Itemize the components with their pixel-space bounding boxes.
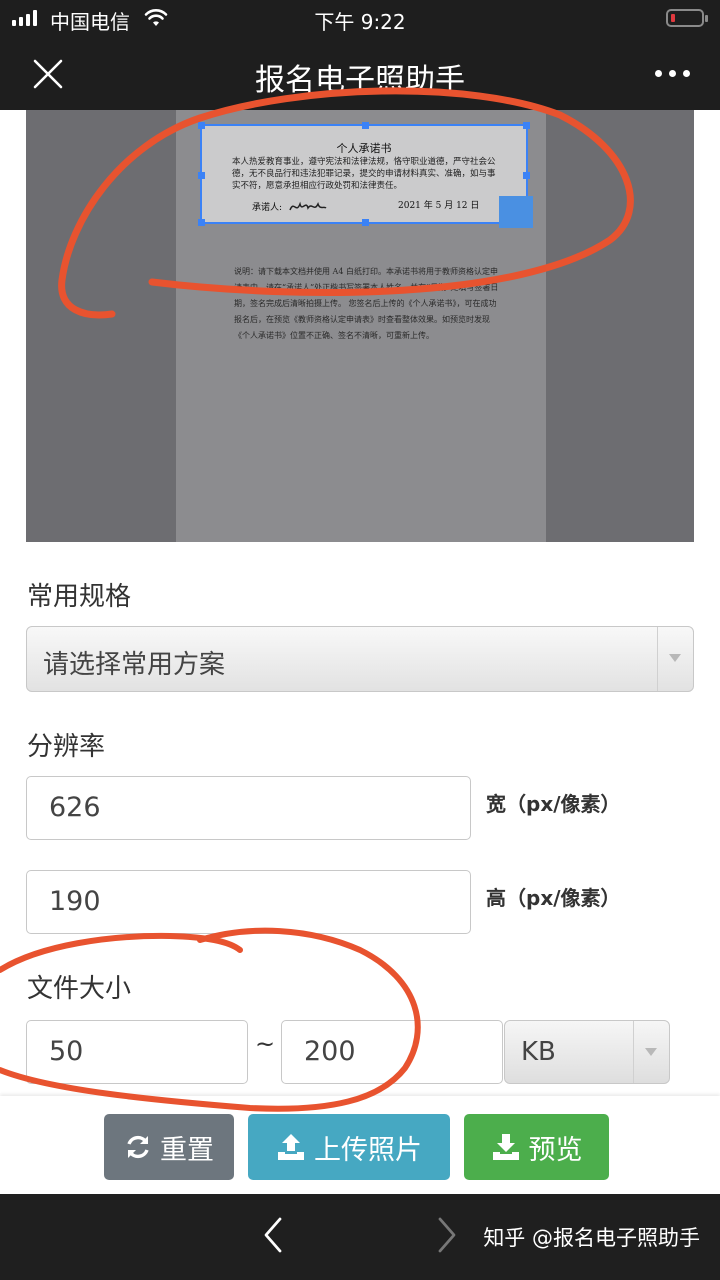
back-arrow-icon[interactable] <box>262 1216 284 1254</box>
reset-button[interactable]: 重置 <box>104 1114 234 1180</box>
resolution-label: 分辨率 <box>27 732 106 762</box>
battery-icon <box>666 9 708 27</box>
document-date: 2021 年 5 月 12 日 <box>398 201 480 211</box>
size-unit-value: KB <box>521 1037 556 1067</box>
size-min-input[interactable]: 50 <box>26 1020 248 1084</box>
image-preview: 说明：请下载本文档并使用 A4 白纸打印。本承诺书将用于教师资格认定申请表中，请… <box>26 110 694 542</box>
reset-label: 重置 <box>160 1134 214 1166</box>
document-note: 说明：请下载本文档并使用 A4 白纸打印。本承诺书将用于教师资格认定申请表中，请… <box>234 267 499 340</box>
file-size-label: 文件大小 <box>27 974 132 1004</box>
status-bar: 中国电信 下午 9:22 <box>0 0 720 36</box>
size-separator: ~ <box>255 1030 276 1058</box>
page-title: 报名电子照助手 <box>255 63 465 98</box>
annotation-circle-bottom-start <box>0 932 243 973</box>
document-body: 本人热爱教育事业，遵守宪法和法律法规，恪守职业道德，严守社会公德，无不良品行和违… <box>232 157 496 191</box>
forward-arrow-icon[interactable] <box>436 1216 458 1254</box>
signature-scribble <box>289 201 327 211</box>
status-time: 下午 9:22 <box>314 10 406 34</box>
document-title: 个人承诺书 <box>336 142 392 155</box>
size-max-input[interactable]: 200 <box>281 1020 503 1084</box>
more-icon[interactable] <box>655 70 690 77</box>
chevron-down-icon <box>645 1048 657 1056</box>
common-spec-value: 请选择常用方案 <box>43 650 226 680</box>
browser-bottom-bar: 知乎 @报名电子照助手 <box>0 1194 720 1280</box>
upload-icon <box>278 1134 304 1160</box>
crop-resize-handle[interactable] <box>499 196 533 228</box>
preview-button[interactable]: 预览 <box>464 1114 609 1180</box>
preview-label: 预览 <box>528 1134 583 1166</box>
nav-bar: 报名电子照助手 <box>0 36 720 110</box>
common-spec-label: 常用规格 <box>27 582 132 612</box>
upload-label: 上传照片 <box>314 1134 422 1166</box>
width-input[interactable]: 626 <box>26 776 471 840</box>
height-input[interactable]: 190 <box>26 870 471 934</box>
action-bar: 重置 上传照片 预览 <box>0 1096 720 1194</box>
height-unit-label: 高（px/像素） <box>486 886 621 910</box>
upload-photo-button[interactable]: 上传照片 <box>248 1114 450 1180</box>
common-spec-select[interactable]: 请选择常用方案 <box>26 626 694 692</box>
refresh-icon <box>127 1135 149 1159</box>
download-icon <box>492 1134 519 1160</box>
chevron-down-icon <box>669 654 681 662</box>
size-unit-select[interactable]: KB <box>504 1020 670 1084</box>
watermark-text: 知乎 @报名电子照助手 <box>483 1226 700 1250</box>
signature-label: 承诺人: <box>252 203 283 213</box>
width-unit-label: 宽（px/像素） <box>486 792 621 816</box>
